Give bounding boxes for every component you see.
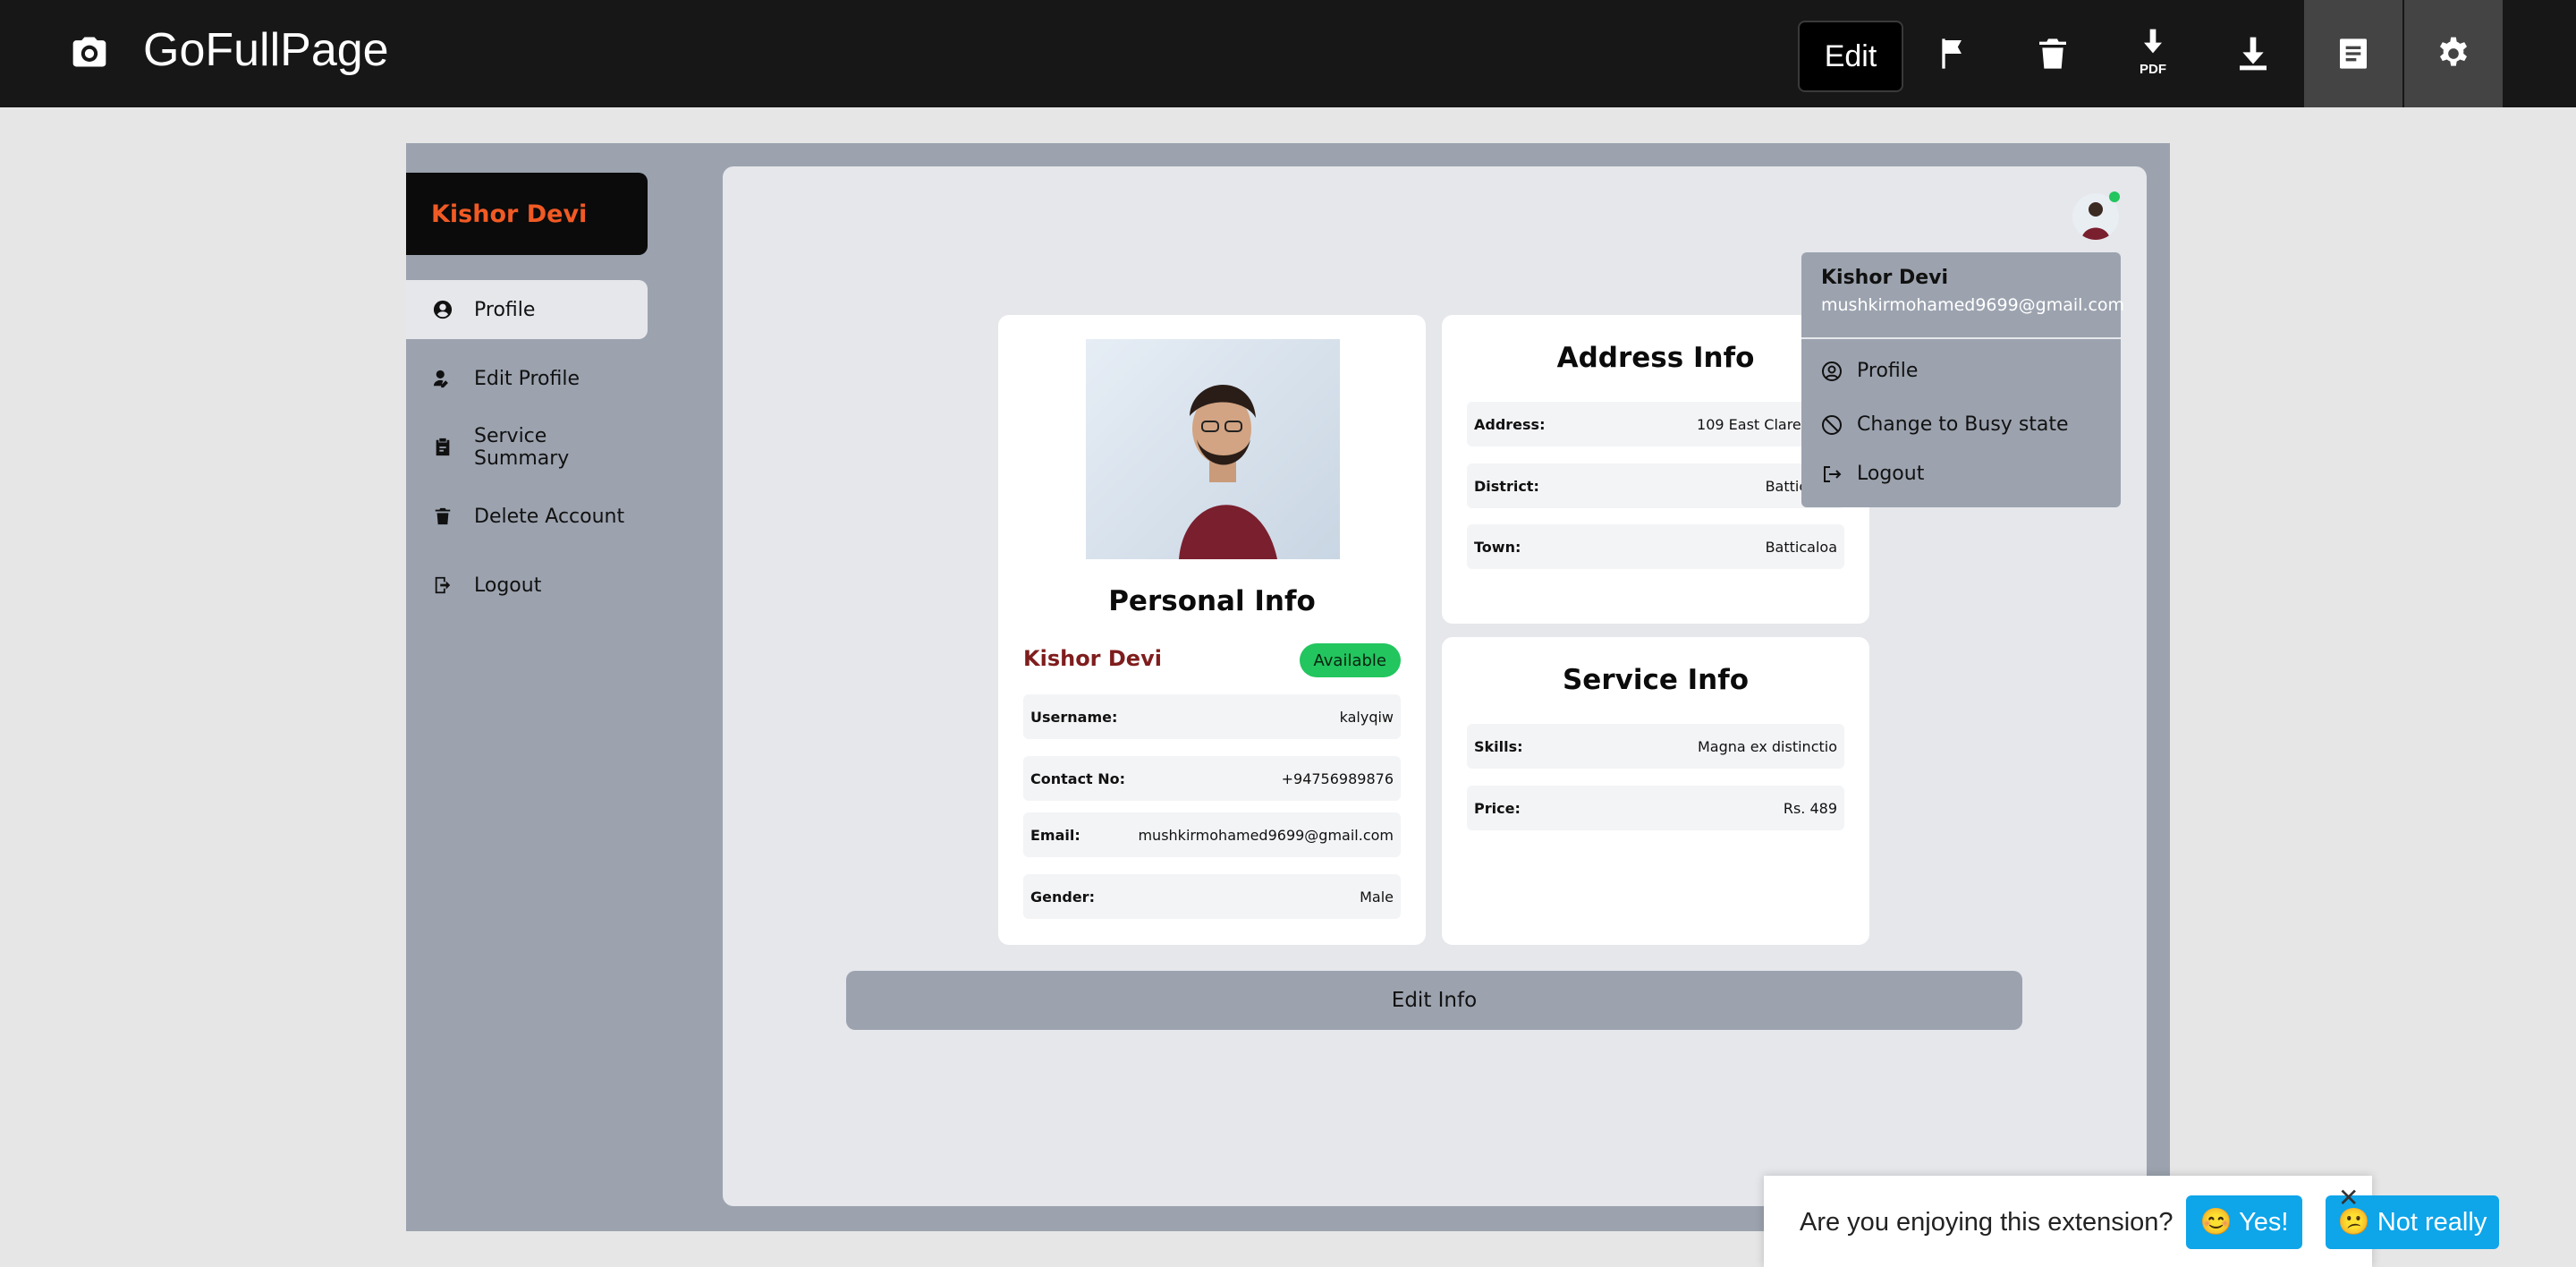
gender-row: Gender: Male <box>1023 874 1401 919</box>
row-label: Address: <box>1474 415 1546 433</box>
profile-photo <box>1086 339 1340 559</box>
flag-icon <box>1942 38 1962 69</box>
email-row: Email: mushkirmohamed9699@gmail.com <box>1023 812 1401 857</box>
dropdown-item-label: Logout <box>1857 463 1925 485</box>
ban-icon <box>1822 414 1842 435</box>
row-value: Magna ex distinctio <box>1697 737 1837 755</box>
sidebar-item-label: Edit Profile <box>474 367 580 390</box>
row-label: Email: <box>1030 826 1080 844</box>
extension-toolbar: GoFullPage Edit PDF <box>0 0 2576 107</box>
row-label: Gender: <box>1030 888 1095 906</box>
dropdown-item-profile[interactable]: Profile <box>1821 360 1918 382</box>
sidebar-item-service-summary[interactable]: Service Summary <box>406 418 648 477</box>
user-dropdown-menu: Kishor Devi mushkirmohamed9699@gmail.com… <box>1801 252 2125 507</box>
town-row: Town: Batticaloa <box>1467 524 1844 569</box>
row-label: Town: <box>1474 538 1521 556</box>
row-value: Batticaloa <box>1765 538 1837 556</box>
sidebar-nav: Profile Edit Profile Service Summary Del… <box>406 280 648 625</box>
pdf-label: PDF <box>2140 62 2166 77</box>
feedback-yes-button[interactable]: 😊 Yes! <box>2186 1195 2302 1249</box>
sidebar-item-label: Logout <box>474 574 542 597</box>
row-label: District: <box>1474 477 1539 495</box>
skills-row: Skills: Magna ex distinctio <box>1467 724 1844 769</box>
dropdown-user-name: Kishor Devi <box>1821 267 1949 289</box>
sidebar-title: Kishor Devi <box>406 173 648 255</box>
row-value: Rs. 489 <box>1783 799 1837 817</box>
user-circle-icon <box>1822 361 1842 381</box>
price-row: Price: Rs. 489 <box>1467 786 1844 830</box>
dropdown-user-email: mushkirmohamed9699@gmail.com <box>1821 295 2125 315</box>
download-pdf-button[interactable]: PDF <box>2104 0 2202 107</box>
status-badge: Available <box>1299 643 1401 677</box>
logout-icon <box>1824 465 1842 482</box>
personal-info-title: Personal Info <box>1108 585 1316 617</box>
row-label: Username: <box>1030 708 1118 726</box>
dropdown-divider <box>1801 337 2121 339</box>
edit-info-button[interactable]: Edit Info <box>846 971 2022 1030</box>
dropdown-item-logout[interactable]: Logout <box>1821 463 1924 485</box>
sidebar-item-edit-profile[interactable]: Edit Profile <box>406 349 648 408</box>
sidebar-item-label: Profile <box>474 298 536 321</box>
row-value: mushkirmohamed9699@gmail.com <box>1138 826 1394 844</box>
sidebar-item-logout[interactable]: Logout <box>406 556 648 615</box>
username-row: Username: kalyqiw <box>1023 694 1401 739</box>
gear-icon <box>2440 37 2467 66</box>
online-status-dot <box>2109 191 2120 202</box>
dropdown-item-label: Profile <box>1857 360 1919 382</box>
service-info-card: Service Info Skills: Magna ex distinctio… <box>1442 637 1869 945</box>
settings-button[interactable] <box>2404 0 2503 107</box>
dropdown-item-busy-state[interactable]: Change to Busy state <box>1821 413 2069 436</box>
user-circle-icon <box>433 300 453 319</box>
flag-button[interactable] <box>1903 0 2002 107</box>
sidebar-item-label: Service Summary <box>474 425 570 470</box>
trash-icon <box>435 507 451 525</box>
trash-icon <box>2039 38 2066 69</box>
delete-button[interactable] <box>2004 0 2102 107</box>
document-icon <box>2340 38 2367 69</box>
personal-info-card: Personal Info Kishor Devi Available User… <box>998 315 1426 945</box>
edit-button[interactable]: Edit <box>1798 21 1903 92</box>
download-pdf-icon <box>2144 29 2162 54</box>
close-icon[interactable]: ✕ <box>2338 1183 2359 1212</box>
row-label: Price: <box>1474 799 1521 817</box>
row-label: Contact No: <box>1030 770 1126 787</box>
person-name: Kishor Devi <box>1023 646 1162 671</box>
feedback-toast: Are you enjoying this extension? 😊 Yes! … <box>1764 1176 2499 1267</box>
download-icon <box>2240 37 2267 71</box>
row-value: kalyqiw <box>1339 708 1394 726</box>
dropdown-item-label: Change to Busy state <box>1857 413 2069 436</box>
user-edit-icon <box>433 370 448 388</box>
sidebar-item-delete-account[interactable]: Delete Account <box>406 487 648 546</box>
row-value: +94756989876 <box>1281 770 1394 787</box>
service-info-title: Service Info <box>1562 664 1750 696</box>
row-label: Skills: <box>1474 737 1523 755</box>
camera-icon <box>72 37 106 67</box>
logout-icon <box>435 576 451 594</box>
brand-title: GoFullPage <box>143 24 389 76</box>
sidebar-item-label: Delete Account <box>474 505 625 528</box>
document-button[interactable] <box>2304 0 2402 107</box>
address-row: Address: 109 East Clarendon <box>1467 402 1844 446</box>
row-value: Male <box>1360 888 1394 906</box>
feedback-question: Are you enjoying this extension? <box>1800 1208 2174 1237</box>
contact-row: Contact No: +94756989876 <box>1023 756 1401 801</box>
clipboard-icon <box>436 438 450 456</box>
sidebar-item-profile[interactable]: Profile <box>406 280 648 339</box>
download-button[interactable] <box>2204 0 2302 107</box>
district-row: District: Batticaloa <box>1467 463 1844 508</box>
